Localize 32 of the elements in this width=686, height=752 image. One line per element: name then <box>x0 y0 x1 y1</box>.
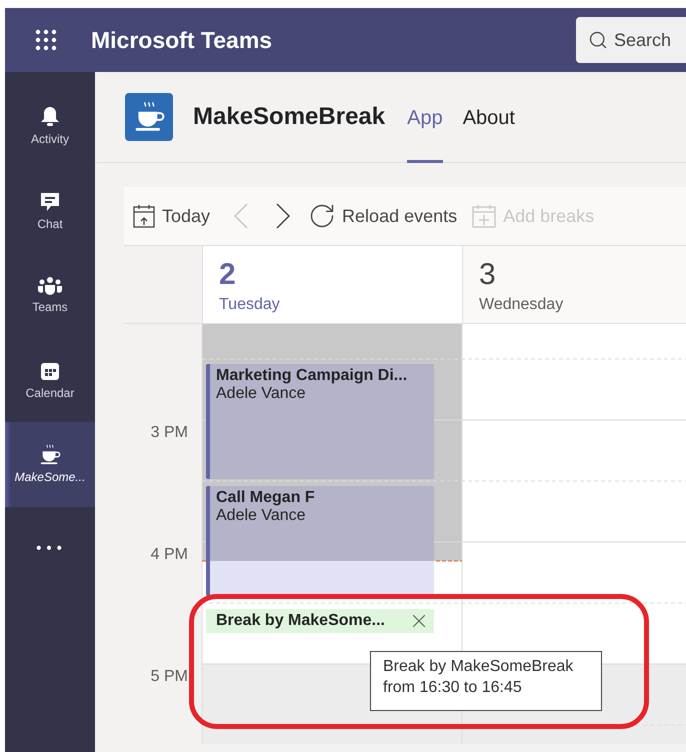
day-header: 2 Tuesday <box>202 246 462 324</box>
window-title: Microsoft Teams <box>91 26 274 54</box>
tooltip-text: Break by MakeSomeBreak <box>383 658 574 676</box>
rail-item[interactable]: Calendar <box>5 338 95 422</box>
app-name: MakeSomeBreak <box>193 103 386 131</box>
tooltip-text: from 16:30 to 16:45 <box>383 679 523 697</box>
calendar-event[interactable]: Marketing Campaign Di... Adele Vance <box>206 364 434 479</box>
chat-icon <box>39 190 61 213</box>
calendar-icon <box>132 203 156 229</box>
more-apps[interactable]: ••• <box>34 540 66 556</box>
break-event[interactable]: Break by MakeSome... <box>206 609 434 633</box>
calendar-add-icon <box>471 203 498 229</box>
cup-icon <box>39 444 61 466</box>
app-logo-icon <box>125 93 173 141</box>
rail-item[interactable]: Activity <box>5 84 95 168</box>
rail-item[interactable]: Chat <box>5 168 95 253</box>
hour-label: 4 PM <box>150 546 188 564</box>
toolbar-button[interactable]: Today <box>130 196 218 236</box>
hour-label: 3 PM <box>150 424 188 442</box>
rail-item[interactable]: Teams <box>5 253 95 338</box>
bell-icon <box>40 106 60 128</box>
calendar-event[interactable]: Call Megan F Adele Vance <box>206 486 434 596</box>
search-field[interactable]: Search <box>576 17 686 63</box>
tab[interactable]: About <box>462 72 515 162</box>
people-icon <box>37 276 63 296</box>
day-header: 3 Wednesday <box>462 246 686 324</box>
hour-label: 5 PM <box>150 668 188 686</box>
toolbar-button[interactable]: Reload events <box>306 196 466 236</box>
app-launcher-icon[interactable] <box>34 28 58 52</box>
search-icon <box>588 30 608 50</box>
rail-item[interactable]: MakeSome... <box>5 422 95 506</box>
tab[interactable]: App <box>407 72 443 162</box>
